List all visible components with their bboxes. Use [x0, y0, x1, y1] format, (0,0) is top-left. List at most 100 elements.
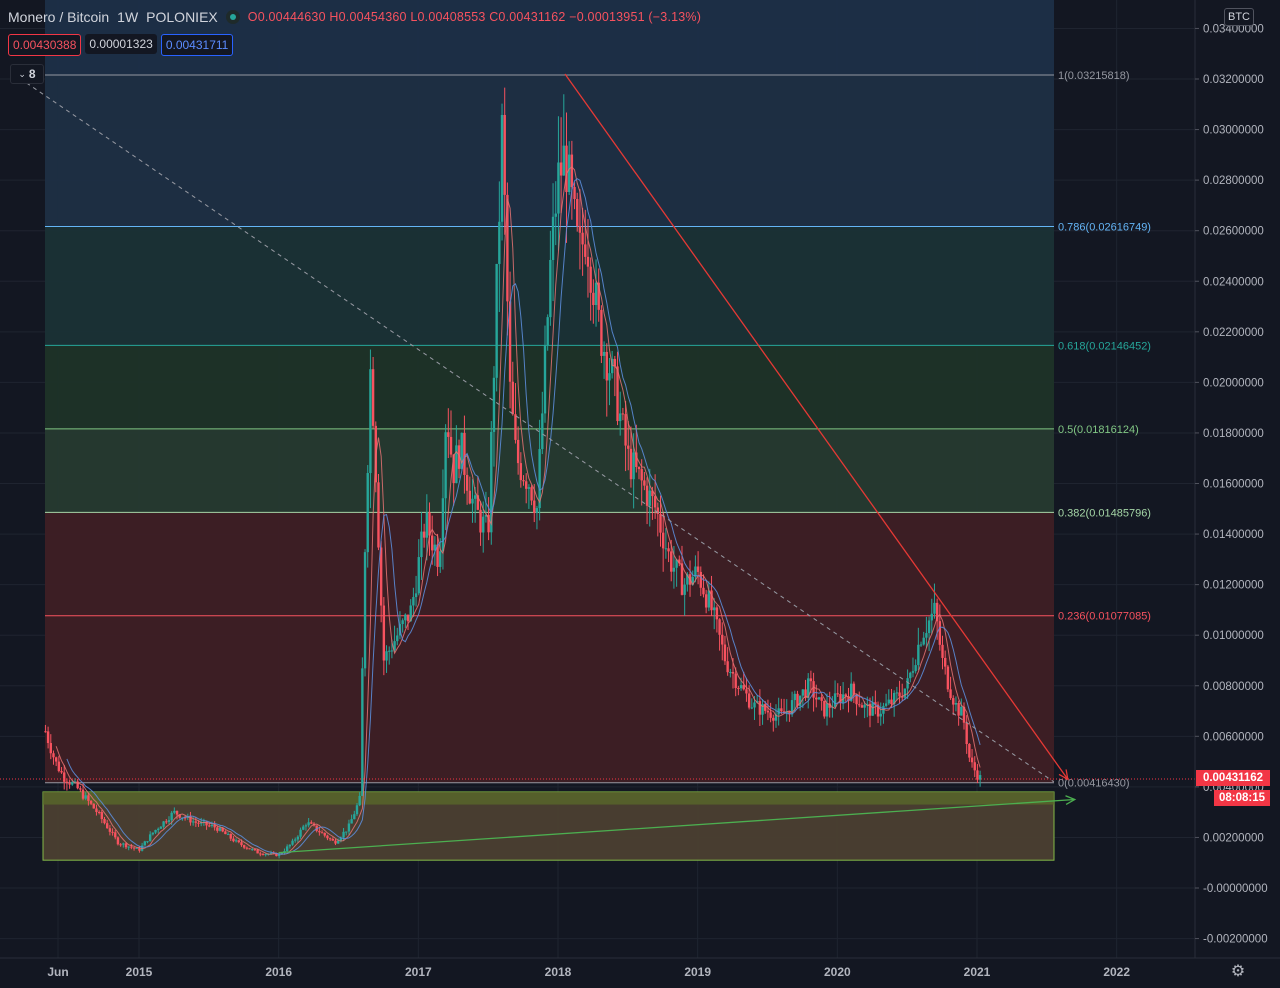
time-axis-label: 2019 [684, 965, 711, 979]
candle-body [404, 614, 407, 621]
last-price-tag: 0.00431162 [1196, 770, 1270, 786]
candle-body [600, 309, 603, 356]
candle-body [970, 757, 974, 763]
candle-body [441, 498, 445, 552]
indicators-toggle-button[interactable]: ⌄ 8 [10, 64, 44, 84]
ask-price-box[interactable]: 0.00431711 [160, 34, 234, 56]
candle-body [122, 843, 125, 845]
candle-body [683, 584, 686, 595]
candle-body [216, 827, 219, 831]
candle-body [637, 466, 641, 470]
candle-body [52, 753, 55, 758]
candle-body [576, 199, 579, 227]
candle-body [84, 795, 87, 799]
candle-body [79, 788, 82, 790]
candle-body [933, 602, 936, 614]
candle-body [135, 847, 138, 849]
candle-body [331, 839, 335, 841]
candle-body [406, 614, 410, 622]
candle-body [922, 637, 925, 645]
candle-body [516, 439, 520, 464]
candle-body [667, 548, 670, 552]
candle-body [347, 823, 351, 832]
chevron-down-icon: ⌄ [18, 68, 26, 79]
candle-body [541, 413, 544, 450]
candle-body [960, 706, 963, 716]
candle-body [385, 651, 388, 661]
candle-body [232, 838, 235, 842]
candle-body [146, 841, 149, 843]
candle-body [363, 552, 367, 669]
price-axis-label: 0.03000000 [1203, 125, 1264, 137]
candle-body [570, 154, 574, 188]
candle-body [729, 671, 732, 673]
candle-body [871, 702, 874, 716]
candle-body [63, 772, 66, 782]
market-status-dot-icon[interactable] [225, 10, 240, 24]
indicators-count: 8 [28, 67, 36, 81]
price-chart[interactable]: 1(0.03215818) 0.786(0.02616749) 0.618(0.02… [0, 0, 1280, 988]
candle-body [369, 369, 372, 474]
candle-body [307, 822, 310, 826]
candle-body [546, 317, 549, 346]
candle-body [328, 838, 332, 840]
candle-body [148, 834, 152, 842]
price-axis-label: -0.00000000 [1203, 883, 1268, 895]
candle-body [194, 821, 198, 823]
candle-body [197, 822, 200, 824]
interval-label[interactable]: 1W [117, 9, 138, 25]
candle-body [463, 432, 466, 475]
candle-body [624, 414, 627, 446]
candle-body [503, 114, 506, 195]
fib-level-label: 1(0.03215818) [1058, 70, 1130, 82]
candle-body [71, 782, 74, 785]
candle-body [95, 808, 98, 812]
candle-body [670, 551, 673, 572]
candle-body [533, 500, 536, 513]
candle-body [479, 509, 482, 533]
candle-body [524, 481, 528, 489]
candle-body [495, 263, 498, 378]
candle-body [355, 805, 359, 815]
candle-body [143, 841, 147, 846]
candle-body [49, 743, 52, 754]
candle-body [699, 571, 702, 588]
candle-body [592, 292, 595, 306]
fib-zone [45, 75, 1054, 227]
candle-body [100, 812, 104, 820]
candle-body [320, 832, 324, 834]
candle-body [482, 516, 485, 533]
candle-body [165, 821, 168, 823]
candle-body [111, 831, 114, 833]
symbol-header: Monero / Bitcoin 1W POLONIEX O0.00444630… [8, 6, 701, 28]
candle-body [602, 351, 606, 356]
currency-badge[interactable]: BTC [1224, 8, 1254, 26]
candle-body [422, 531, 426, 538]
candle-body [414, 593, 418, 598]
symbol-name[interactable]: Monero / Bitcoin [8, 9, 109, 25]
candle-body [253, 849, 257, 851]
candle-body [81, 789, 85, 799]
candle-body [248, 848, 251, 850]
time-axis-label: 2017 [405, 965, 432, 979]
candle-body [943, 657, 947, 667]
candle-body [640, 469, 643, 481]
candle-body [154, 829, 157, 833]
gear-icon[interactable]: ⚙ [1228, 962, 1248, 982]
price-axis-label: 0.02000000 [1203, 377, 1264, 389]
candle-body [833, 693, 837, 707]
fib-zone [45, 428, 1054, 513]
candle-body [170, 812, 173, 821]
candle-body [573, 187, 576, 200]
candle-body [801, 689, 805, 696]
candle-body [645, 485, 649, 506]
candle-body [114, 832, 117, 838]
candle-body [256, 849, 259, 854]
bid-price-box[interactable]: 0.00430388 [8, 34, 82, 56]
price-axis-label: -0.00200000 [1203, 934, 1268, 946]
candle-body [707, 590, 711, 608]
price-axis-label: 0.02800000 [1203, 175, 1264, 187]
candle-body [584, 244, 587, 257]
candle-body [815, 697, 818, 700]
spread-value: 0.00001323 [85, 34, 157, 54]
